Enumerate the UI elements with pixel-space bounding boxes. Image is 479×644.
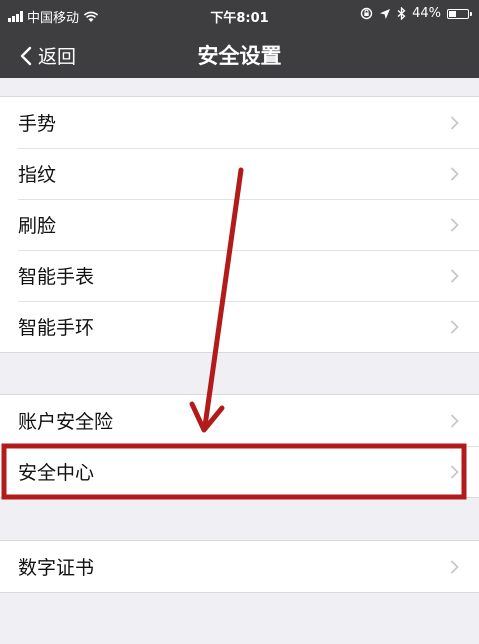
list-item-label: 刷脸 — [18, 215, 57, 237]
screen: 中国移动 下午8:01 44% 返回 安全设置 手势 指纹 刷脸 智能手表 智能… — [0, 0, 479, 644]
battery-percent: 44% — [412, 6, 441, 21]
list-item-label: 安全中心 — [18, 462, 95, 484]
list-item-label: 指纹 — [18, 164, 57, 186]
list-item-label: 手势 — [18, 113, 57, 135]
settings-group-biometrics: 手势 指纹 刷脸 智能手表 智能手环 — [0, 96, 479, 353]
list-item-gesture[interactable]: 手势 — [0, 97, 479, 148]
list-item-face[interactable]: 刷脸 — [0, 199, 479, 250]
chevron-right-icon — [450, 166, 459, 181]
bluetooth-icon — [397, 7, 406, 20]
list-item-smart-band[interactable]: 智能手环 — [0, 301, 479, 352]
chevron-right-icon — [450, 115, 459, 130]
battery-icon — [447, 8, 472, 19]
list-item-label: 智能手环 — [18, 317, 95, 339]
chevron-right-icon — [450, 559, 459, 574]
settings-group-security: 账户安全险 安全中心 — [0, 394, 479, 498]
battery-fill — [449, 10, 456, 17]
status-right: 44% — [360, 6, 472, 21]
list-item-label: 智能手表 — [18, 266, 95, 288]
navigation-bar: 返回 安全设置 — [0, 30, 479, 78]
page-title: 安全设置 — [197, 44, 282, 68]
location-icon — [380, 8, 391, 19]
list-item-security-center[interactable]: 安全中心 — [0, 446, 479, 497]
chevron-right-icon — [450, 464, 459, 479]
lock-rotation-icon — [360, 7, 373, 20]
list-item-digital-certificate[interactable]: 数字证书 — [0, 541, 479, 592]
chevron-right-icon — [450, 319, 459, 334]
list-item-account-insurance[interactable]: 账户安全险 — [0, 395, 479, 446]
list-item-label: 账户安全险 — [18, 411, 114, 433]
settings-group-certificate: 数字证书 — [0, 540, 479, 593]
chevron-right-icon — [450, 217, 459, 232]
chevron-right-icon — [450, 268, 459, 283]
list-item-smartwatch[interactable]: 智能手表 — [0, 250, 479, 301]
status-bar: 中国移动 下午8:01 44% — [0, 0, 479, 30]
list-item-label: 数字证书 — [18, 557, 95, 579]
chevron-right-icon — [450, 413, 459, 428]
list-item-fingerprint[interactable]: 指纹 — [0, 148, 479, 199]
